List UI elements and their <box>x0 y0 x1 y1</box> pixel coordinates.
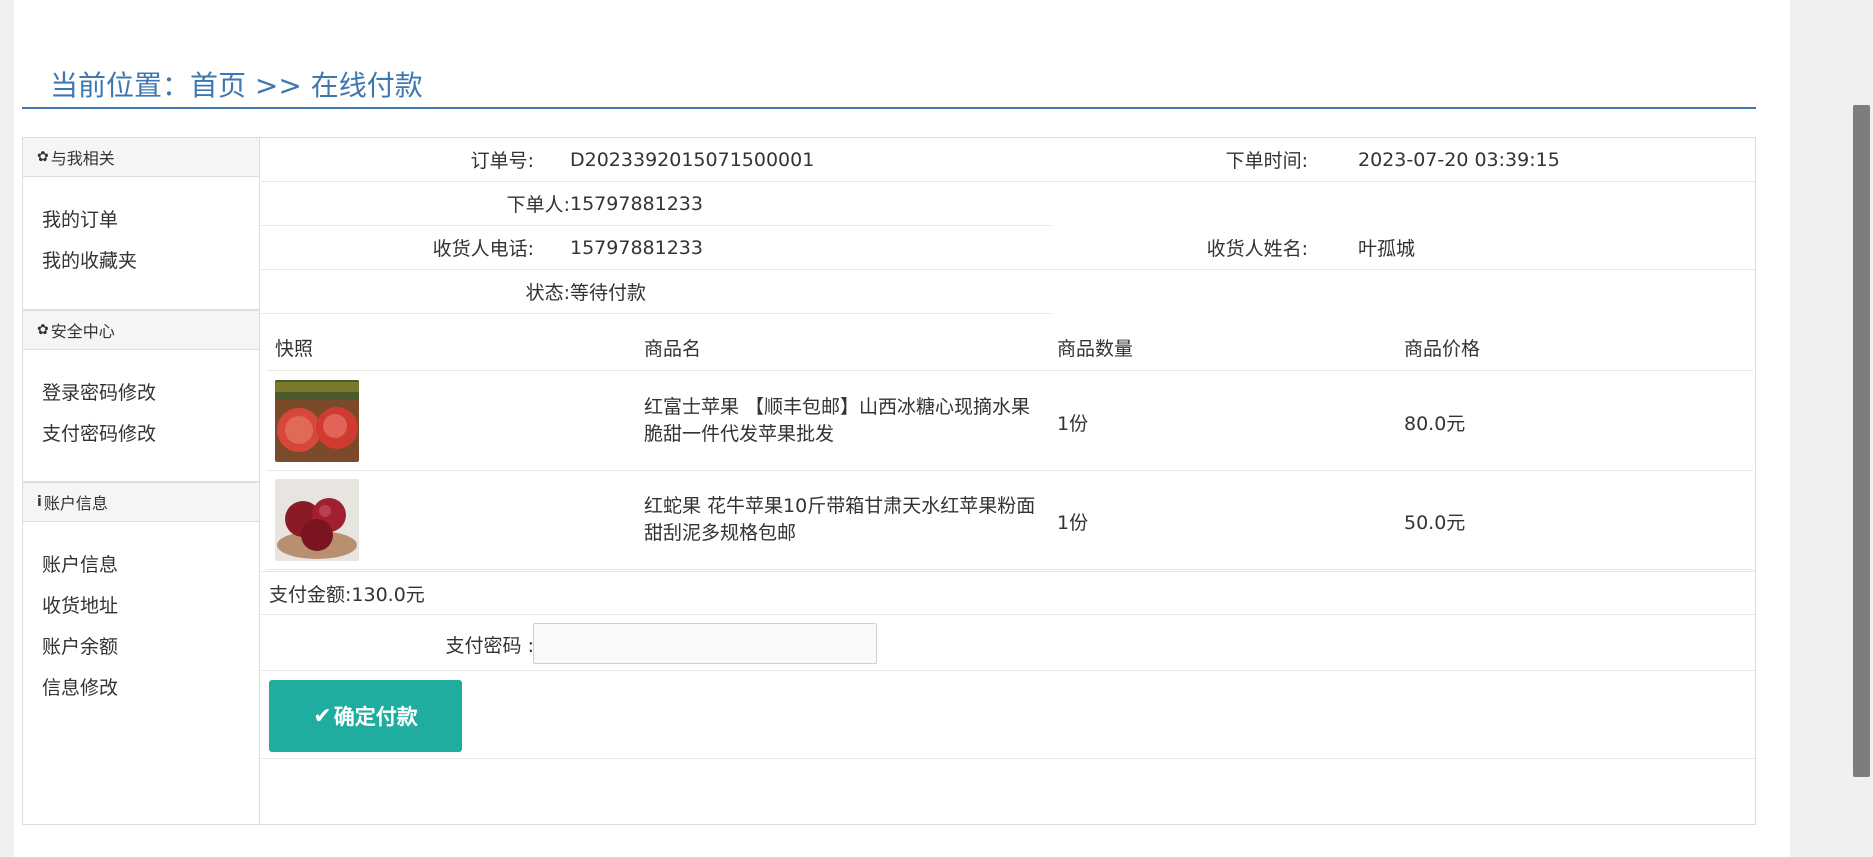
receiver-phone-label: 收货人电话: <box>432 238 534 260</box>
sidebar-section-related: ✿ 与我相关 我的订单 我的收藏夹 <box>23 138 259 310</box>
receiver-phone: 15797881233 <box>570 236 703 259</box>
product-thumbnail-apple[interactable] <box>275 380 359 462</box>
product-name: 红蛇果 花牛苹果10斤带箱甘肃天水红苹果粉面甜刮泥多规格包邮 <box>644 495 1036 544</box>
product-name: 红富士苹果 【顺丰包邮】山西冰糖心现摘水果脆甜一件代发苹果批发 <box>644 396 1031 445</box>
col-price: 商品价格 <box>1404 338 1481 360</box>
buyer-label: 下单人: <box>506 194 570 216</box>
pay-row: ✔ 确定付款 <box>261 671 1755 759</box>
order-no: D2023392015071500001 <box>570 148 815 171</box>
product-thumbnail-red-apple[interactable] <box>275 479 359 561</box>
order-row-4: 状态: 等待付款 <box>261 270 1051 314</box>
receiver-name: 叶孤城 <box>1358 238 1416 260</box>
check-icon: ✔ <box>313 703 332 729</box>
sidebar-section-title: 安全中心 <box>50 322 115 341</box>
sidebar-section-header: i 账户信息 <box>23 483 259 522</box>
sidebar-item-address[interactable]: 收货地址 <box>42 593 259 634</box>
receiver-name-label: 收货人姓名: <box>1206 238 1308 260</box>
sidebar-section-title: 账户信息 <box>43 494 108 513</box>
col-snapshot: 快照 <box>275 338 314 360</box>
order-time-label: 下单时间: <box>1225 150 1308 172</box>
sidebar-item-edit-info[interactable]: 信息修改 <box>42 675 259 716</box>
sidebar-section-title: 与我相关 <box>50 149 115 168</box>
order-detail: 订单号: D2023392015071500001 下单时间: 2023-07-… <box>261 138 1755 824</box>
table-row: 红蛇果 花牛苹果10斤带箱甘肃天水红苹果粉面甜刮泥多规格包邮 1份 50.0元 <box>267 471 1753 570</box>
sidebar-item-login-password[interactable]: 登录密码修改 <box>42 380 259 421</box>
confirm-payment-label: 确定付款 <box>333 705 418 729</box>
sidebar-section-security: ✿ 安全中心 登录密码修改 支付密码修改 <box>23 310 259 482</box>
breadcrumb-divider <box>22 107 1756 109</box>
status-label: 状态: <box>525 282 570 304</box>
product-quantity: 1份 <box>1057 512 1089 534</box>
sidebar-section-header: ✿ 安全中心 <box>23 311 259 350</box>
breadcrumb: 当前位置：首页 >> 在线付款 <box>50 69 423 102</box>
order-time: 2023-07-20 03:39:15 <box>1358 148 1560 171</box>
info-icon: i <box>37 494 42 510</box>
sidebar-item-pay-password[interactable]: 支付密码修改 <box>42 421 259 462</box>
sidebar-item-account-info[interactable]: 账户信息 <box>42 552 259 593</box>
status-badge: 等待付款 <box>570 282 647 304</box>
order-row-2: 下单人: 15797881233 <box>261 182 1051 226</box>
sidebar-section-header: ✿ 与我相关 <box>23 138 259 177</box>
sidebar-item-favorites[interactable]: 我的收藏夹 <box>42 248 259 289</box>
payment-password-input[interactable] <box>533 623 877 664</box>
table-header: 快照 商品名 商品数量 商品价格 <box>267 321 1753 371</box>
product-price: 80.0元 <box>1404 413 1466 435</box>
sidebar-item-balance[interactable]: 账户余额 <box>42 634 259 675</box>
payment-password-row: 支付密码 : <box>261 615 1755 671</box>
buyer: 15797881233 <box>570 192 703 215</box>
gear-icon: ✿ <box>37 149 49 165</box>
payment-total: 支付金额:130.0元 <box>261 571 1755 615</box>
confirm-payment-button[interactable]: ✔ 确定付款 <box>269 680 462 752</box>
order-row-1: 订单号: D2023392015071500001 下单时间: 2023-07-… <box>261 138 1755 182</box>
sidebar: ✿ 与我相关 我的订单 我的收藏夹 ✿ 安全中心 登录密码修改 支付密码修改 i… <box>23 138 260 824</box>
product-quantity: 1份 <box>1057 413 1089 435</box>
col-quantity: 商品数量 <box>1057 338 1134 360</box>
content-container: ✿ 与我相关 我的订单 我的收藏夹 ✿ 安全中心 登录密码修改 支付密码修改 i… <box>22 137 1756 825</box>
gear-icon: ✿ <box>37 322 49 338</box>
product-price: 50.0元 <box>1404 512 1466 534</box>
scrollbar[interactable] <box>1853 105 1870 777</box>
table-row: 红富士苹果 【顺丰包邮】山西冰糖心现摘水果脆甜一件代发苹果批发 1份 80.0元 <box>267 372 1753 471</box>
col-product-name: 商品名 <box>644 338 702 360</box>
order-no-label: 订单号: <box>470 150 534 172</box>
sidebar-item-my-orders[interactable]: 我的订单 <box>42 207 259 248</box>
sidebar-section-account: i 账户信息 账户信息 收货地址 账户余额 信息修改 <box>23 482 259 716</box>
payment-password-label: 支付密码 : <box>445 635 534 657</box>
order-row-3: 收货人电话: 15797881233 收货人姓名: 叶孤城 <box>261 226 1755 270</box>
